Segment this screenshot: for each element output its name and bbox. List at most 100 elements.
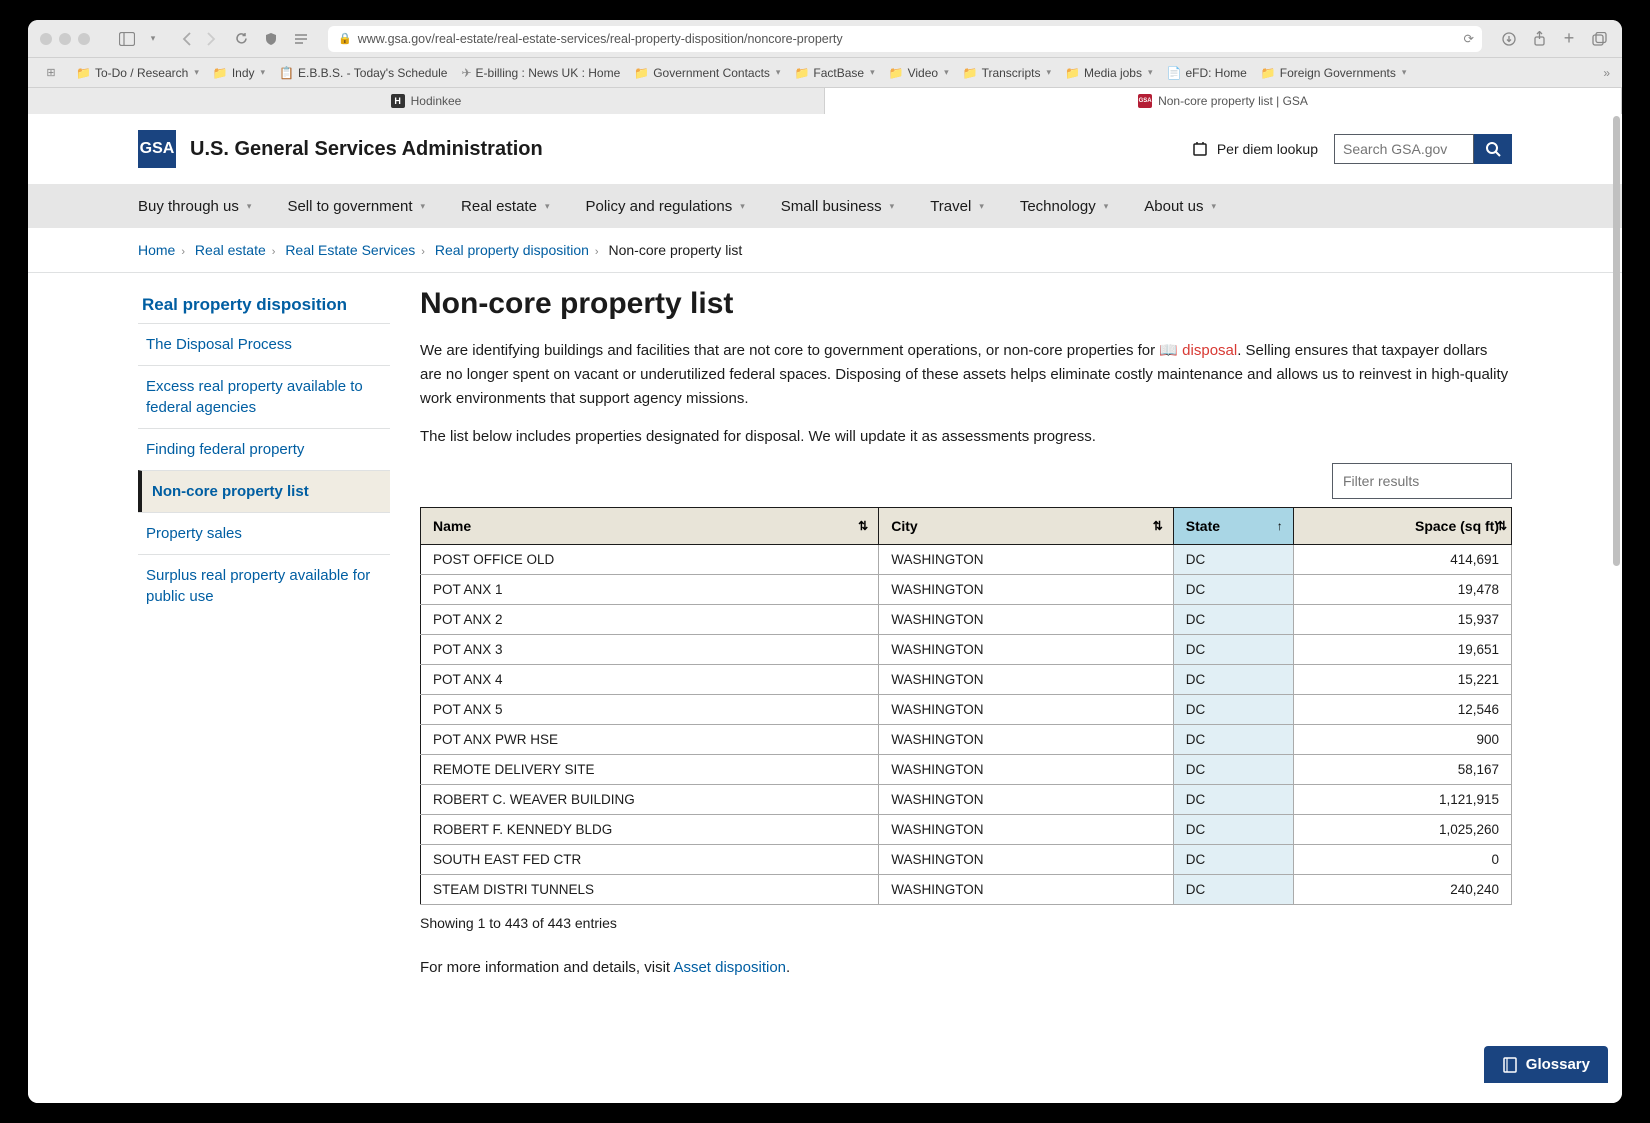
bookmark-folder[interactable]: 📁FactBase▾ [794,66,874,80]
glossary-label: Glossary [1526,1056,1590,1073]
sidebar-item-disposal-process[interactable]: The Disposal Process [138,323,390,365]
sort-asc-icon: ↑ [1277,519,1283,533]
bookmark-folder[interactable]: 📁Government Contacts▾ [634,66,780,80]
breadcrumb-link[interactable]: Real property disposition [435,242,589,258]
sidebar-toggle-icon[interactable] [116,28,138,50]
cell-space: 19,651 [1293,635,1511,665]
bookmark-folder[interactable]: 📁Indy▾ [213,66,265,80]
nav-about-us[interactable]: About us▾ [1144,198,1216,215]
cell-city: WASHINGTON [879,665,1174,695]
share-icon[interactable] [1528,28,1550,50]
tabs-overview-icon[interactable] [1588,28,1610,50]
breadcrumb-link[interactable]: Real Estate Services [285,242,415,258]
cell-space: 900 [1293,725,1511,755]
scrollbar[interactable] [1613,116,1620,1101]
table-row: ROBERT F. KENNEDY BLDG WASHINGTON DC 1,0… [421,815,1512,845]
forward-button[interactable] [200,28,222,50]
breadcrumb-current: Non-core property list [608,242,742,258]
browser-tab-active[interactable]: GSA Non-core property list | GSA [825,88,1622,114]
cell-state: DC [1173,575,1293,605]
cell-state: DC [1173,545,1293,575]
bookmark-link[interactable]: ✈E-billing : News UK : Home [461,66,620,80]
site-search-button[interactable] [1474,134,1512,164]
cell-city: WASHINGTON [879,635,1174,665]
column-header-space[interactable]: Space (sq ft)⇅ [1293,508,1511,545]
column-header-city[interactable]: City⇅ [879,508,1174,545]
back-button[interactable] [176,28,198,50]
cell-space: 414,691 [1293,545,1511,575]
bookmark-folder[interactable]: 📁To-Do / Research▾ [76,66,199,80]
cell-space: 240,240 [1293,875,1511,905]
cell-city: WASHINGTON [879,695,1174,725]
per-diem-label: Per diem lookup [1217,141,1318,157]
main-navigation: Buy through us▾ Sell to government▾ Real… [28,184,1622,228]
new-tab-icon[interactable]: + [1558,28,1580,50]
cell-name: POT ANX PWR HSE [421,725,879,755]
tab-title: Non-core property list | GSA [1158,94,1308,108]
sidebar-title[interactable]: Real property disposition [138,287,390,323]
chevron-down-icon[interactable]: ▾ [142,28,164,50]
sidebar-item-noncore-list[interactable]: Non-core property list [138,470,390,512]
shield-icon[interactable] [260,28,282,50]
table-row: SOUTH EAST FED CTR WASHINGTON DC 0 [421,845,1512,875]
maximize-window-button[interactable] [78,33,90,45]
column-header-name[interactable]: Name⇅ [421,508,879,545]
url-bar[interactable]: 🔒 www.gsa.gov/real-estate/real-estate-se… [328,26,1482,52]
nav-small-business[interactable]: Small business▾ [781,198,894,215]
tab-title: Hodinkee [411,94,462,108]
bookmark-folder[interactable]: 📁Transcripts▾ [963,66,1051,80]
bookmarks-overflow-icon[interactable]: » [1603,66,1610,80]
column-header-state[interactable]: State↑ [1173,508,1293,545]
bookmark-link[interactable]: 📄eFD: Home [1167,66,1247,80]
refresh-icon[interactable]: ⟳ [1464,31,1474,46]
nav-sell-to-government[interactable]: Sell to government▾ [287,198,425,215]
cell-name: POT ANX 3 [421,635,879,665]
cell-state: DC [1173,755,1293,785]
gsa-logo[interactable]: GSA [138,130,176,168]
bookmark-link[interactable]: 📋E.B.B.S. - Today's Schedule [279,66,447,80]
nav-travel[interactable]: Travel▾ [930,198,984,215]
sidebar-item-surplus-property[interactable]: Surplus real property available for publ… [138,554,390,617]
bookmark-folder[interactable]: 📁Media jobs▾ [1065,66,1153,80]
download-icon[interactable] [1498,28,1520,50]
nav-buy-through-us[interactable]: Buy through us▾ [138,198,251,215]
glossary-button[interactable]: Glossary [1484,1046,1608,1083]
filter-results-input[interactable] [1332,463,1512,499]
bookmark-folder[interactable]: 📁Foreign Governments▾ [1261,66,1407,80]
cell-name: REMOTE DELIVERY SITE [421,755,879,785]
site-search-input[interactable] [1334,134,1474,164]
cell-city: WASHINGTON [879,575,1174,605]
minimize-window-button[interactable] [59,33,71,45]
sidebar-item-property-sales[interactable]: Property sales [138,512,390,554]
cell-city: WASHINGTON [879,755,1174,785]
table-row: POT ANX 5 WASHINGTON DC 12,546 [421,695,1512,725]
close-window-button[interactable] [40,33,52,45]
page-content: GSA U.S. General Services Administration… [28,114,1622,1103]
per-diem-lookup-link[interactable]: Per diem lookup [1191,140,1318,158]
disposal-link[interactable]: disposal [1182,342,1237,359]
table-row: POST OFFICE OLD WASHINGTON DC 414,691 [421,545,1512,575]
cell-city: WASHINGTON [879,545,1174,575]
asset-disposition-link[interactable]: Asset disposition [673,959,786,976]
breadcrumb-link[interactable]: Real estate [195,242,266,258]
lock-icon: 🔒 [338,32,352,45]
page-title: Non-core property list [420,287,1512,321]
breadcrumb-link[interactable]: Home [138,242,175,258]
scrollbar-thumb[interactable] [1613,116,1620,566]
table-row: POT ANX PWR HSE WASHINGTON DC 900 [421,725,1512,755]
browser-tab[interactable]: H Hodinkee [28,88,825,114]
nav-policy-regulations[interactable]: Policy and regulations▾ [585,198,744,215]
cell-space: 12,546 [1293,695,1511,725]
url-text: www.gsa.gov/real-estate/real-estate-serv… [358,32,843,46]
reader-icon[interactable] [290,28,312,50]
browser-tabs: H Hodinkee GSA Non-core property list | … [28,88,1622,114]
reload-button[interactable] [230,28,252,50]
property-table: Name⇅ City⇅ State↑ Space (sq ft)⇅ POST O… [420,507,1512,905]
nav-technology[interactable]: Technology▾ [1020,198,1108,215]
bookmark-folder[interactable]: 📁Video▾ [889,66,949,80]
apps-grid-icon[interactable]: ⊞ [40,62,62,84]
table-row: ROBERT C. WEAVER BUILDING WASHINGTON DC … [421,785,1512,815]
sidebar-item-finding-property[interactable]: Finding federal property [138,428,390,470]
nav-real-estate[interactable]: Real estate▾ [461,198,549,215]
sidebar-item-excess-property[interactable]: Excess real property available to federa… [138,365,390,428]
